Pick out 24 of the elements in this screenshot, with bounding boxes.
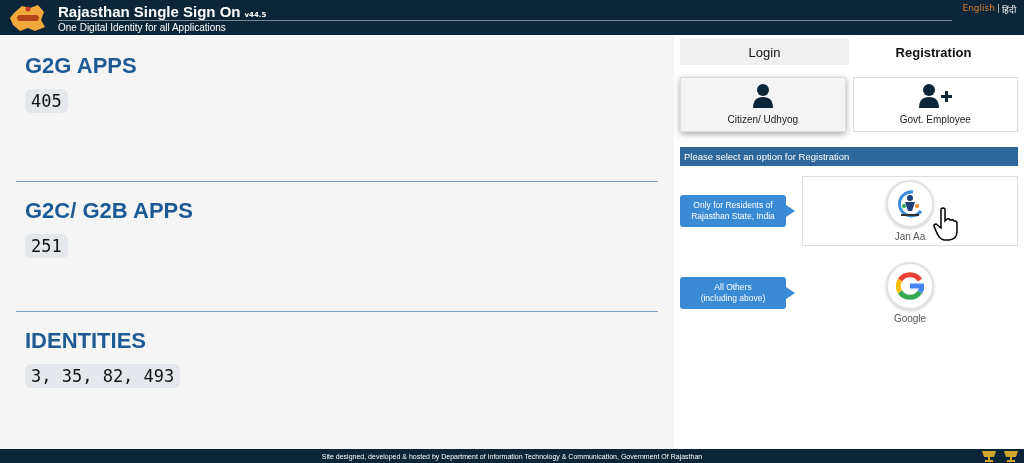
trophy-icons-drawing xyxy=(980,450,1020,462)
hand-cursor-icon xyxy=(933,207,959,241)
user-icon xyxy=(751,84,774,108)
google-logo-icon xyxy=(896,272,924,300)
stat-title: G2C/ G2B APPS xyxy=(25,198,194,224)
stat-counter: 3, 35, 82, 493 xyxy=(25,364,181,388)
stat-counter: 251 xyxy=(25,234,68,258)
tab[interactable]: Login xyxy=(680,39,849,65)
sign-up-option[interactable]: Jan Aa xyxy=(802,176,1018,246)
app-subtitle: One Digital Identity for all Applications xyxy=(58,19,953,33)
user-add-icon xyxy=(918,84,953,108)
info-banner: Please select an option for Registration xyxy=(680,147,1018,166)
state-map-logo xyxy=(8,2,48,33)
stat-title: G2G APPS xyxy=(25,53,138,79)
language-link[interactable]: English xyxy=(962,3,995,16)
app-title: Rajasthan Single Sign On xyxy=(58,2,241,20)
callout-note: All Others (including above) xyxy=(680,276,786,310)
language-link[interactable]: हिंदी xyxy=(1002,3,1016,16)
stat-title: IDENTITIES xyxy=(25,328,147,354)
user-type-option[interactable]: Govt. Employee xyxy=(852,77,1018,132)
callout-note: Only for Residents of Rajasthan State, India xyxy=(680,194,786,228)
stat-counter: 405 xyxy=(25,89,68,113)
separator: | xyxy=(996,3,1000,15)
user-type-option[interactable]: Citizen/ Udhyog xyxy=(680,77,846,132)
